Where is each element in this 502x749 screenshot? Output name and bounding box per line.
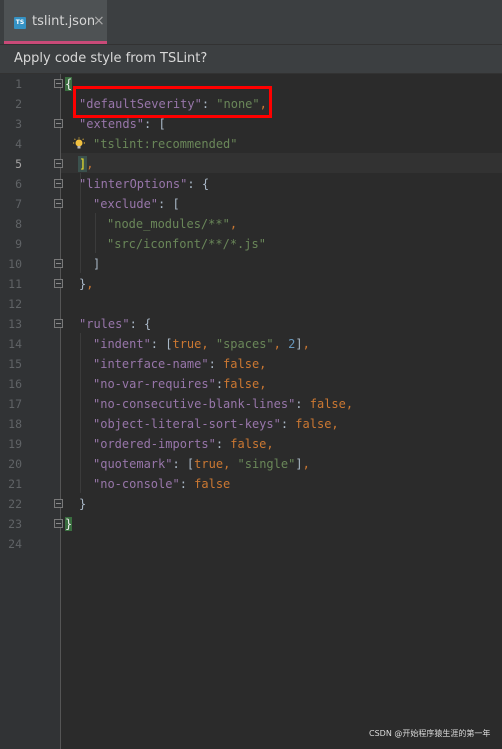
line-number[interactable]: 21 — [0, 474, 22, 494]
fold-icon[interactable] — [54, 159, 63, 168]
line-number[interactable]: 24 — [0, 534, 22, 554]
lightbulb-icon[interactable] — [72, 137, 86, 151]
tab-tslint-json[interactable]: TS tslint.json × — [4, 0, 107, 44]
json-key: "extends" — [79, 117, 145, 131]
json-value: false — [223, 377, 260, 391]
line-number[interactable]: 16 — [0, 374, 22, 394]
code-line-15: "interface-name": false, — [93, 357, 267, 371]
json-key: "no-console" — [93, 477, 180, 491]
watermark: CSDN @开始程序猿生涯的第一年 — [369, 729, 491, 738]
code-line-19: "ordered-imports": false, — [93, 437, 274, 451]
json-value: false — [309, 397, 346, 411]
line-number[interactable]: 12 — [0, 294, 22, 314]
fold-icon[interactable] — [54, 199, 63, 208]
close-icon[interactable]: × — [93, 13, 105, 29]
code-line-23: } — [65, 517, 73, 531]
line-number[interactable]: 11 — [0, 274, 22, 294]
json-value: true — [172, 337, 202, 351]
json-key: "rules" — [79, 317, 130, 331]
json-key: "no-var-requires" — [93, 377, 216, 391]
json-value: "spaces" — [215, 337, 274, 351]
code-line-7: "exclude": [ — [93, 197, 180, 211]
line-number[interactable]: 23 — [0, 514, 22, 534]
line-number[interactable]: 5 — [0, 154, 22, 174]
line-number[interactable]: 19 — [0, 434, 22, 454]
code-line-4: "tslint:recommended" — [93, 134, 238, 154]
line-number[interactable]: 3 — [0, 114, 22, 134]
json-value: true — [194, 457, 224, 471]
code-line-9: "src/iconfont/**/*.js" — [107, 234, 266, 254]
json-value: "node_modules/**" — [107, 217, 230, 231]
json-key: "exclude" — [93, 197, 159, 211]
line-number[interactable]: 8 — [0, 214, 22, 234]
notification-banner: Apply code style from TSLint? — [0, 45, 502, 74]
line-number[interactable]: 22 — [0, 494, 22, 514]
fold-icon[interactable] — [54, 319, 63, 328]
fold-icon[interactable] — [54, 499, 63, 508]
code-line-6: "linterOptions": { — [79, 177, 210, 191]
json-key: "object-literal-sort-keys" — [93, 417, 281, 431]
fold-icon[interactable] — [54, 259, 63, 268]
json-value: "single" — [237, 457, 296, 471]
editor-tab-bar: TS tslint.json × — [0, 0, 502, 45]
line-number[interactable]: 17 — [0, 394, 22, 414]
code-line-20: "quotemark": [true, "single"], — [93, 457, 310, 471]
indent-guide — [95, 213, 96, 253]
json-value: "tslint:recommended" — [93, 137, 238, 151]
line-number[interactable]: 14 — [0, 334, 22, 354]
json-value: false — [223, 357, 260, 371]
line-number[interactable]: 7 — [0, 194, 22, 214]
json-key: "interface-name" — [93, 357, 209, 371]
annotation-highlight-box — [73, 86, 272, 118]
indent-guide — [80, 333, 81, 493]
json-value: "src/iconfont/**/*.js" — [107, 237, 266, 251]
line-number[interactable]: 2 — [0, 94, 22, 114]
line-number[interactable]: 15 — [0, 354, 22, 374]
code-line-14: "indent": [true, "spaces", 2], — [93, 337, 310, 351]
json-value: false — [194, 477, 231, 491]
line-number[interactable]: 18 — [0, 414, 22, 434]
banner-text: Apply code style from TSLint? — [14, 51, 208, 66]
fold-icon[interactable] — [54, 119, 63, 128]
code-line-11: }, — [79, 277, 94, 291]
line-number[interactable]: 10 — [0, 254, 22, 274]
line-number[interactable]: 20 — [0, 454, 22, 474]
json-key: "indent" — [93, 337, 151, 351]
line-number[interactable]: 13 — [0, 314, 22, 334]
json-value: false — [230, 437, 267, 451]
code-line-22: } — [79, 497, 87, 511]
line-number[interactable]: 4 — [0, 134, 22, 154]
code-line-1: { — [65, 77, 73, 91]
fold-icon[interactable] — [54, 519, 63, 528]
code-line-10: ] — [93, 257, 101, 271]
code-line-21: "no-console": false — [93, 477, 231, 491]
fold-icon[interactable] — [54, 79, 63, 88]
line-number[interactable]: 6 — [0, 174, 22, 194]
json-value: false — [295, 417, 332, 431]
current-line-highlight — [61, 153, 502, 173]
fold-icon[interactable] — [54, 179, 63, 188]
code-line-8: "node_modules/**", — [107, 217, 238, 231]
json-key: "ordered-imports" — [93, 437, 216, 451]
line-number[interactable]: 9 — [0, 234, 22, 254]
line-number[interactable]: 1 — [0, 74, 22, 94]
code-line-17: "no-consecutive-blank-lines": false, — [93, 397, 354, 411]
tab-title: tslint.json — [32, 14, 96, 29]
json-key: "linterOptions" — [79, 177, 188, 191]
json-key: "quotemark" — [93, 457, 173, 471]
code-line-13: "rules": { — [79, 317, 152, 331]
code-line-18: "object-literal-sort-keys": false, — [93, 417, 339, 431]
fold-icon[interactable] — [54, 279, 63, 288]
code-line-16: "no-var-requires":false, — [93, 377, 267, 391]
code-line-5: ], — [77, 156, 94, 172]
json-key: "no-consecutive-blank-lines" — [93, 397, 296, 411]
typescript-file-icon: TS — [14, 17, 26, 29]
